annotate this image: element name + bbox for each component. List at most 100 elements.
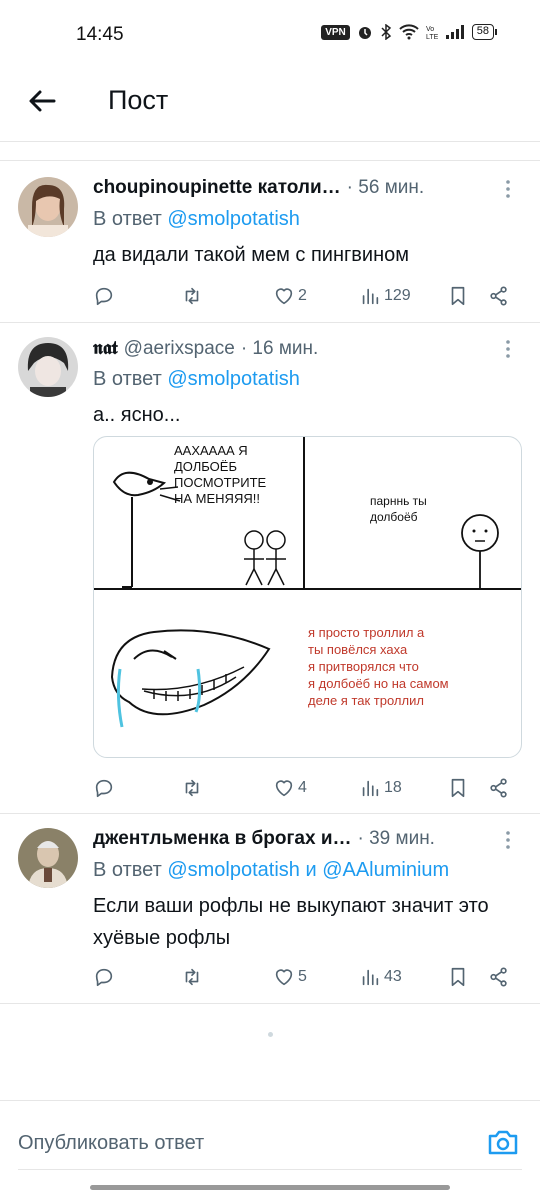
bookmark-button[interactable] [447, 962, 469, 992]
heart-icon [275, 288, 293, 305]
divider [18, 1169, 522, 1170]
svg-text:LTE: LTE [426, 34, 438, 40]
status-time: 14:45 [76, 24, 124, 45]
retweet-icon [185, 968, 199, 986]
meme-caption-line: я притворялся что [308, 659, 419, 674]
arrow-left-icon [29, 90, 56, 112]
svg-text:Vo: Vo [426, 26, 434, 33]
share-icon [490, 778, 507, 798]
retweet-icon [185, 287, 199, 305]
camera-icon[interactable] [486, 1125, 520, 1159]
alarm-icon [358, 27, 371, 39]
avatar[interactable] [18, 337, 78, 397]
meme-caption-line: ААХАААА Я [174, 443, 248, 458]
mention-link[interactable]: @smolpotatish [167, 368, 300, 390]
views-button[interactable]: 43 [359, 962, 402, 992]
tweet-reply[interactable]: choupinoupinette католи… · 56 мин. В отв… [0, 161, 540, 323]
bluetooth-icon [381, 24, 391, 40]
like-count: 2 [298, 287, 307, 304]
divider [0, 1003, 540, 1004]
retweet-button[interactable] [181, 281, 203, 311]
tweet-reply[interactable]: 𝖓𝖆𝖙 @aerixspace · 16 мин. В ответ @smolp… [0, 323, 540, 813]
reply-button[interactable] [93, 281, 115, 311]
mention-link[interactable]: @smolpotatish [167, 208, 300, 230]
bookmark-icon [451, 286, 465, 306]
tweet-text: да видали такой мем с пингвином [93, 244, 410, 266]
like-button[interactable]: 4 [273, 773, 307, 803]
reply-button[interactable] [93, 773, 115, 803]
reply-input[interactable] [18, 1123, 478, 1163]
vpn-badge: VPN [321, 24, 350, 40]
reply-button[interactable] [93, 962, 115, 992]
bookmark-button[interactable] [447, 773, 469, 803]
author-name[interactable]: choupinoupinette католи… [93, 177, 341, 199]
battery-indicator: 58 [471, 24, 498, 40]
loading-indicator [268, 1032, 273, 1037]
author-name[interactable]: 𝖓𝖆𝖙 [93, 337, 118, 359]
share-button[interactable] [488, 773, 510, 803]
signal-icon [445, 25, 464, 39]
volte-icon: VoLTE [426, 26, 438, 40]
tweet-actions: 2 129 [93, 281, 523, 311]
meme-caption-line: я долбоёб но на самом [308, 676, 449, 691]
views-icon [362, 969, 379, 986]
meme-image[interactable]: ААХАААА Я ДОЛБОЁБ ПОСМОТРИТЕ НА МЕНЯЯЯ!!… [93, 436, 522, 758]
tweet-text: а.. ясно... [93, 404, 181, 426]
like-count: 5 [298, 968, 307, 985]
back-button[interactable] [22, 82, 62, 122]
post-header: Пост [0, 70, 540, 142]
view-count: 129 [384, 287, 411, 304]
tweet-text: Если ваши рофлы не выкупают значит это х… [93, 895, 489, 949]
mention-link[interactable]: @AAluminium [322, 859, 449, 881]
post-time[interactable]: · 16 мин. [241, 338, 318, 360]
retweet-button[interactable] [181, 773, 203, 803]
meme-caption-line: ПОСМОТРИТЕ [174, 475, 267, 490]
avatar[interactable] [18, 828, 78, 888]
reply-context: В ответ @smolpotatish [93, 368, 300, 390]
like-count: 4 [298, 779, 307, 796]
meme-caption-line: парннь ты [370, 494, 427, 508]
reply-icon [95, 968, 113, 987]
share-button[interactable] [488, 962, 510, 992]
more-options-icon[interactable] [498, 337, 518, 361]
like-button[interactable]: 5 [273, 962, 307, 992]
view-count: 43 [384, 968, 402, 985]
views-icon [362, 288, 379, 305]
share-button[interactable] [488, 281, 510, 311]
mention-link[interactable]: @smolpotatish [167, 859, 300, 881]
like-button[interactable]: 2 [273, 281, 307, 311]
more-options-icon[interactable] [498, 828, 518, 852]
heart-icon [275, 969, 293, 986]
page-title: Пост [108, 85, 169, 115]
avatar[interactable] [18, 177, 78, 237]
author-name[interactable]: джентльменка в брогах и… [93, 828, 352, 850]
meme-caption-line: ты повёлся хаха [308, 642, 408, 657]
bookmark-icon [451, 967, 465, 987]
view-count: 18 [384, 779, 402, 796]
meme-caption-line: ДОЛБОЁБ [174, 459, 237, 474]
reply-context: В ответ @smolpotatish [93, 208, 300, 230]
bookmark-button[interactable] [447, 281, 469, 311]
views-icon [362, 780, 379, 797]
author-handle[interactable]: @aerixspace [124, 338, 235, 360]
status-icons: VPN Vo LTE 58 [321, 24, 498, 40]
retweet-icon [185, 779, 199, 797]
home-indicator [90, 1185, 450, 1190]
status-bar: 14:45 VPN Vo LTE 58 [0, 0, 540, 70]
views-button[interactable]: 18 [359, 773, 402, 803]
wifi-icon [399, 24, 419, 40]
heart-icon [275, 780, 293, 797]
views-button[interactable]: 129 [359, 281, 411, 311]
tweet-reply[interactable]: джентльменка в брогах и… · 39 мин. В отв… [0, 814, 540, 1004]
reply-context: В ответ @smolpotatish и @AAluminium [93, 859, 450, 881]
post-time[interactable]: · 39 мин. [358, 828, 435, 850]
meme-caption-line: деле я так троллил [308, 693, 424, 708]
reply-icon [95, 779, 113, 798]
retweet-button[interactable] [181, 962, 203, 992]
post-time[interactable]: · 56 мин. [347, 177, 424, 199]
reply-icon [95, 287, 113, 306]
more-options-icon[interactable] [498, 177, 518, 201]
share-icon [490, 286, 507, 306]
tweet-actions: 4 18 [93, 773, 523, 803]
share-icon [490, 967, 507, 987]
